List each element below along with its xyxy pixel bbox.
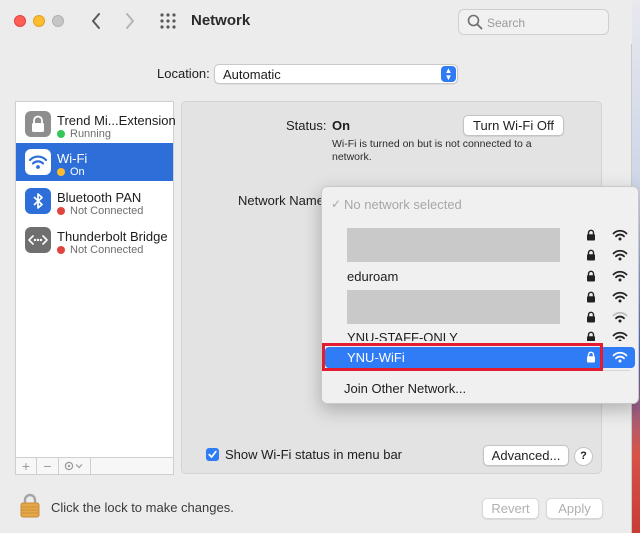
menu-item-no-network: ✓ No network selected: [322, 194, 638, 214]
status-description: Wi-Fi is turned on but is not connected …: [332, 138, 532, 163]
show-wifi-status-option[interactable]: Show Wi-Fi status in menu bar: [206, 447, 402, 462]
lock-icon: [587, 249, 595, 261]
service-item-thunderbolt-bridge[interactable]: Thunderbolt Bridge Not Connected: [16, 221, 173, 259]
chevron-left-icon: [92, 13, 100, 29]
network-name: eduroam: [347, 269, 399, 284]
location-value: Automatic: [223, 67, 281, 82]
wifi-icon: [25, 149, 51, 175]
remove-service-button[interactable]: −: [37, 458, 59, 474]
checkmark-icon: [208, 450, 217, 458]
service-item-wifi[interactable]: Wi-Fi On: [16, 143, 173, 181]
menu-divider: [330, 370, 630, 371]
service-item-trend-micro[interactable]: Trend Mi...Extension Running: [16, 105, 176, 143]
status-dot: [57, 246, 65, 254]
network-item-redacted-1[interactable]: [322, 227, 638, 263]
service-item-bluetooth-pan[interactable]: Bluetooth PAN Not Connected: [16, 182, 173, 220]
service-status: Running: [57, 128, 111, 140]
thunderbolt-bridge-icon: [25, 227, 51, 253]
show-all-preferences-button[interactable]: [159, 12, 177, 30]
help-button[interactable]: ?: [574, 447, 593, 466]
status-dot: [57, 130, 65, 138]
service-list-toolbar: + −: [15, 457, 174, 475]
network-name: YNU-WiFi: [347, 350, 405, 365]
service-name: Thunderbolt Bridge: [57, 229, 168, 244]
lock-icon: [587, 311, 595, 323]
network-item-redacted-2[interactable]: [322, 289, 638, 325]
forward-button[interactable]: [118, 9, 142, 33]
menu-item-label: Join Other Network...: [344, 381, 467, 396]
lock-icon: [25, 111, 51, 137]
grid-icon: [160, 13, 176, 29]
checkmark-icon: ✓: [331, 197, 342, 211]
network-preferences-window: Network Location: Automatic ▲▼ Trend Mi.…: [0, 0, 639, 533]
status-dot: [57, 168, 65, 176]
turn-wifi-off-button[interactable]: Turn Wi-Fi Off: [463, 115, 564, 136]
lock-icon[interactable]: [19, 492, 41, 521]
bluetooth-icon: [25, 188, 51, 214]
wifi-signal-icon: [612, 270, 628, 282]
chevron-right-icon: [126, 13, 134, 29]
service-name: Bluetooth PAN: [57, 190, 142, 205]
network-name-menu: ✓ No network selected eduroam YNU-STAFF-…: [321, 186, 639, 404]
revert-button[interactable]: Revert: [482, 498, 539, 519]
wifi-signal-icon: [612, 229, 628, 241]
window-title: Network: [191, 12, 251, 29]
redacted-network-name: [347, 228, 560, 262]
service-name: Wi-Fi: [57, 151, 88, 166]
network-name: YNU-STAFF-ONLY: [347, 330, 458, 341]
location-label: Location:: [157, 66, 210, 81]
title-bar: Network: [0, 0, 632, 44]
wifi-signal-icon: [612, 351, 628, 363]
advanced-button[interactable]: Advanced...: [483, 445, 569, 466]
lock-icon: [587, 331, 595, 341]
show-wifi-status-label: Show Wi-Fi status in menu bar: [225, 447, 403, 462]
zoom-window-button[interactable]: [52, 15, 64, 27]
status-dot: [57, 207, 65, 215]
join-other-network-item[interactable]: Join Other Network...: [322, 378, 638, 398]
service-name: Trend Mi...Extension: [57, 113, 176, 128]
back-button[interactable]: [84, 9, 108, 33]
lock-icon: [587, 270, 595, 282]
status-label: Status:: [286, 118, 327, 133]
service-status: On: [57, 166, 85, 178]
lock-label: Click the lock to make changes.: [51, 500, 234, 515]
wifi-signal-icon: [612, 249, 628, 261]
search-icon: [467, 14, 483, 30]
action-menu-button[interactable]: [59, 458, 91, 474]
wifi-signal-icon: [612, 311, 628, 323]
search-field[interactable]: [458, 9, 609, 35]
network-item-ynu-wifi[interactable]: YNU-WiFi: [325, 347, 635, 368]
network-item-eduroam[interactable]: eduroam: [322, 266, 638, 286]
minimize-window-button[interactable]: [33, 15, 45, 27]
network-name-label: Network Name: [238, 193, 324, 208]
lock-icon: [587, 351, 595, 363]
wifi-signal-icon: [612, 291, 628, 303]
show-wifi-status-checkbox[interactable]: [206, 448, 219, 461]
network-item-ynu-staff-only[interactable]: YNU-STAFF-ONLY: [322, 327, 638, 341]
lock-icon: [587, 291, 595, 303]
lock-icon: [587, 229, 595, 241]
redacted-network-name: [347, 290, 560, 324]
service-list: Trend Mi...Extension Running Wi-Fi On Bl…: [15, 101, 176, 474]
gear-icon: [64, 461, 82, 471]
close-window-button[interactable]: [14, 15, 26, 27]
location-popup[interactable]: Automatic ▲ ▼: [214, 64, 458, 84]
service-status: Not Connected: [57, 244, 143, 256]
search-input[interactable]: [487, 14, 605, 31]
wifi-signal-icon: [612, 331, 628, 341]
popup-arrows-icon: ▲ ▼: [441, 66, 456, 82]
service-status: Not Connected: [57, 205, 143, 217]
status-value: On: [332, 118, 351, 133]
apply-button[interactable]: Apply: [546, 498, 603, 519]
add-service-button[interactable]: +: [16, 458, 37, 474]
menu-item-label: No network selected: [344, 197, 462, 212]
